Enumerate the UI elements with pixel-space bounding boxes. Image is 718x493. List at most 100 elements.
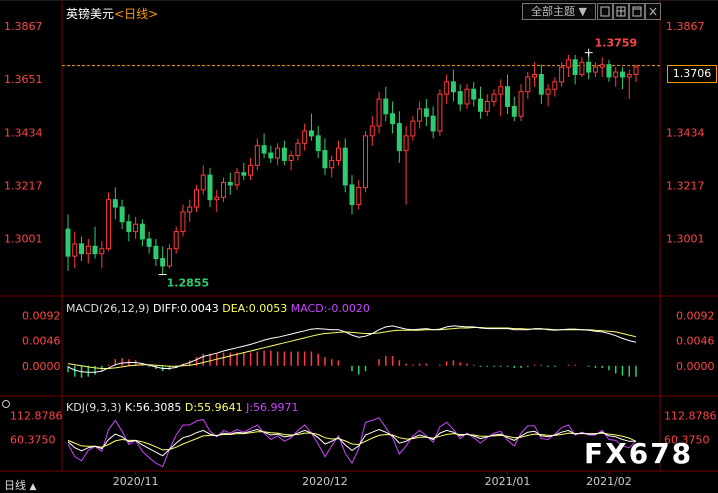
period-tab-label: 日线 [4, 479, 26, 492]
kdj-tick-left: 112.8786 [10, 410, 63, 423]
candle-body [261, 145, 267, 154]
candle-body [599, 64, 605, 68]
theme-dropdown-button[interactable]: 全部主题 ▼ [522, 3, 596, 20]
candle-body [214, 196, 220, 201]
candle-body [268, 152, 274, 159]
candle-body [295, 142, 301, 157]
price-tick-right: 1.3434 [666, 126, 705, 139]
kdj-tick-right: 112.8786 [664, 410, 717, 423]
candle-body [518, 91, 524, 117]
candle-body [613, 71, 619, 78]
candle-body [471, 88, 477, 100]
date-tick-label: 2020/12 [302, 475, 348, 488]
kdj-j-value: J:56.9971 [246, 401, 299, 414]
candle-body [565, 59, 571, 68]
kdj-k-value: K:56.3085 [125, 401, 182, 414]
candle-body [126, 221, 132, 233]
candle-body [410, 120, 416, 137]
candle-body [166, 248, 172, 267]
macd-lines [67, 325, 637, 373]
candle-body [619, 71, 625, 78]
candle-body [200, 174, 206, 191]
macd-title: MACD(26,12,9) [66, 302, 150, 315]
candle-body [160, 258, 166, 267]
price-tick-right: 1.3867 [666, 20, 705, 33]
candle-body [72, 243, 78, 257]
kdj-tick-left: 60.3750 [10, 433, 56, 446]
candle-body [417, 108, 423, 122]
macd-tick-left: 0.0000 [22, 360, 61, 373]
settings-dot-icon[interactable] [2, 400, 10, 408]
macd-tick-right: 0.0092 [676, 309, 715, 322]
price-tick-left: 1.3217 [4, 180, 43, 193]
candle-body [498, 86, 504, 95]
candle-body [538, 74, 544, 95]
expand-icon[interactable] [629, 3, 645, 20]
chart-canvas[interactable]: 1.38671.38671.36511.36511.34341.34341.32… [0, 0, 718, 491]
candle-body [464, 88, 470, 105]
candle-body [315, 135, 321, 152]
candle-body [234, 172, 240, 186]
candle-body [532, 74, 538, 78]
candle-body [444, 81, 450, 95]
candle-body [457, 91, 463, 105]
candle-body [139, 223, 145, 240]
macd-legend: MACD(26,12,9) DIFF:0.0043 DEA:0.0053 MAC… [66, 302, 370, 315]
candle-body [356, 186, 362, 206]
kdj-legend: KDJ(9,3,3) K:56.3085 D:55.9641 J:56.9971 [66, 401, 299, 414]
candle-body [248, 164, 254, 176]
kdj-title: KDJ(9,3,3) [66, 401, 122, 414]
theme-button-label: 全部主题 [531, 5, 576, 18]
chevron-down-icon: ▼ [578, 5, 587, 18]
candle-body [572, 59, 578, 76]
candle-body [227, 182, 233, 186]
candle-body [119, 206, 125, 223]
candle-body [423, 108, 429, 117]
candle-body [221, 182, 227, 198]
candle-body [450, 81, 456, 93]
candle-body [329, 159, 335, 169]
kdj-d-value: D:55.9641 [184, 401, 243, 414]
candle-body [491, 93, 497, 103]
candle-body [254, 145, 260, 166]
candle-body [288, 155, 294, 161]
date-tick-label: 2021/02 [586, 475, 632, 488]
candle-body [349, 184, 355, 206]
kdj-d-line [67, 431, 637, 451]
chart-header: 英镑美元<日线> [66, 5, 158, 22]
candle-body [396, 123, 402, 152]
candle-body [275, 147, 281, 159]
candle-body [552, 81, 558, 90]
candle-body [525, 76, 531, 93]
candle-body [559, 66, 565, 83]
layout-grid-icon[interactable] [613, 3, 629, 20]
price-tick-left: 1.3651 [4, 73, 43, 86]
macd-tick-right: 0.0000 [676, 360, 715, 373]
candle-body [112, 199, 118, 208]
candle-body [99, 248, 105, 255]
date-tick-label: 2021/01 [485, 475, 531, 488]
macd-tick-left: 0.0046 [22, 335, 61, 348]
candle-body [592, 66, 598, 73]
candle-body [390, 113, 396, 125]
candle-body [369, 125, 375, 137]
watermark-logo: FX678 [584, 437, 694, 470]
price-tick-left: 1.3001 [4, 233, 43, 246]
candle-body [430, 115, 436, 132]
candle-body [133, 223, 139, 233]
candle-body [484, 101, 490, 112]
kdj-k-line [67, 428, 636, 457]
macd-macd-value: MACD:-0.0020 [290, 302, 370, 315]
candle-body [606, 64, 612, 78]
candle-body [173, 231, 179, 250]
candle-body [92, 245, 98, 255]
candle-body [241, 172, 247, 176]
close-icon[interactable] [645, 3, 661, 20]
min-price-label: 1.2855 [167, 277, 209, 290]
candle-body [376, 98, 382, 127]
candle-body [146, 238, 152, 247]
layout-single-icon[interactable] [597, 3, 613, 20]
candle-body [308, 130, 314, 137]
candle-body [193, 189, 199, 208]
date-tick-label: 2020/11 [113, 475, 159, 488]
